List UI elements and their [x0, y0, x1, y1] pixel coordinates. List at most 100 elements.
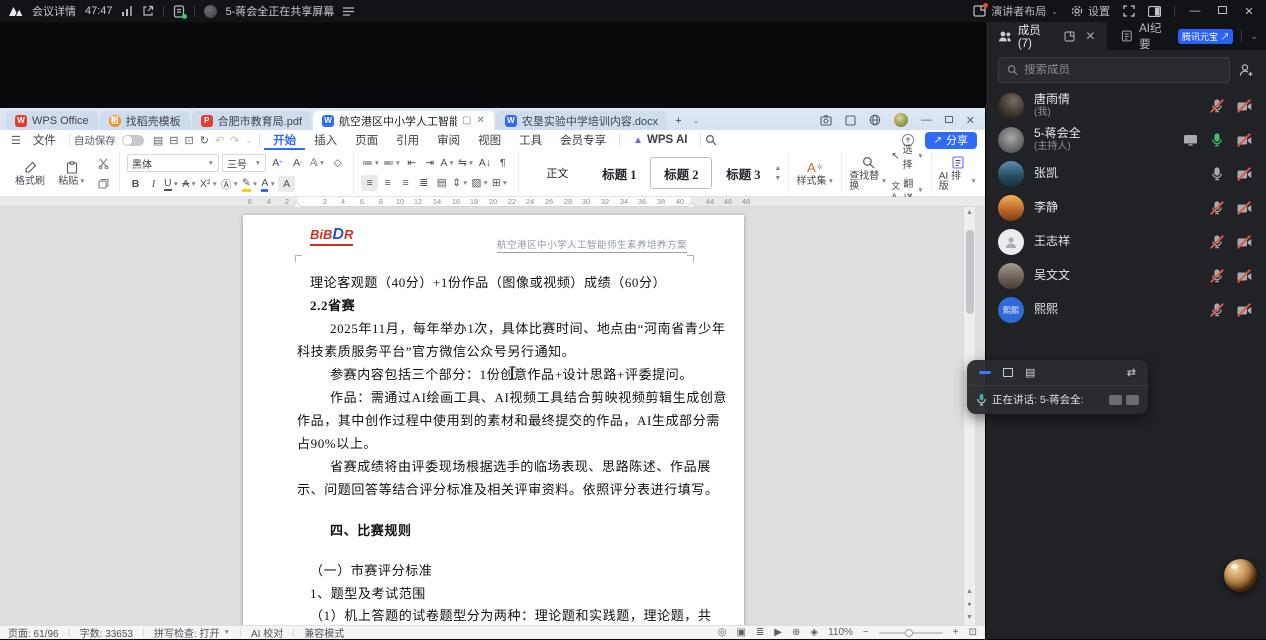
zoom-level[interactable]: 110%: [828, 627, 853, 638]
underline-button[interactable]: U ▼: [163, 176, 180, 192]
member-row[interactable]: 张凯: [986, 157, 1266, 191]
mic-on-icon[interactable]: [1209, 132, 1225, 148]
shading-button[interactable]: ▨ ▼: [470, 175, 489, 191]
wps-close-icon[interactable]: ✕: [966, 114, 975, 127]
globe-icon[interactable]: [869, 114, 881, 126]
char-scale-button[interactable]: A ▼: [439, 155, 456, 171]
popout-panel-icon[interactable]: [1064, 30, 1075, 42]
vertical-scrollbar[interactable]: ▲ ▲ ● ▼: [963, 207, 975, 625]
window-view-icon[interactable]: [1003, 368, 1013, 377]
styles-up-icon[interactable]: ▲: [774, 165, 781, 172]
style-heading3[interactable]: 标题 3: [712, 157, 775, 189]
panel-more-chevron[interactable]: ⌄: [1250, 31, 1258, 42]
cut-icon[interactable]: [95, 155, 112, 171]
spell-check[interactable]: 拼写检查: 打开 ▼: [154, 625, 230, 640]
camera-off-icon[interactable]: [1236, 234, 1252, 250]
member-search-box[interactable]: [998, 57, 1230, 83]
mini-thumb-icon[interactable]: [1126, 394, 1139, 405]
menu-tools[interactable]: 工具: [510, 130, 551, 150]
next-page-icon[interactable]: ▼: [966, 614, 973, 621]
zoom-out-icon[interactable]: −: [863, 627, 869, 638]
ai-proofread[interactable]: AI 校对: [251, 625, 283, 640]
mini-thumb-icon[interactable]: [1109, 394, 1122, 405]
list-icon[interactable]: [343, 6, 355, 16]
tab-members[interactable]: 成员(7): [986, 22, 1065, 50]
play-icon[interactable]: ▶: [774, 627, 782, 638]
redo-icon[interactable]: ↷: [227, 134, 242, 147]
mic-muted-icon[interactable]: [1209, 200, 1225, 216]
paste-button[interactable]: 粘贴 ▼: [53, 152, 91, 194]
fit-page-icon[interactable]: ⊡: [969, 627, 977, 638]
zoom-knob[interactable]: [904, 628, 913, 637]
member-row[interactable]: 唐雨倩 (我): [986, 89, 1266, 123]
camera-off-icon[interactable]: [1236, 132, 1252, 148]
style-heading2[interactable]: 标题 2: [650, 157, 713, 189]
menu-home[interactable]: 开始: [264, 130, 305, 150]
superscript-button[interactable]: X² ▼: [199, 176, 219, 192]
camera-off-icon[interactable]: [1236, 302, 1252, 318]
align-right-button[interactable]: ≡: [397, 175, 414, 191]
increase-font-icon[interactable]: A +: [269, 155, 286, 171]
menu-review[interactable]: 审阅: [428, 130, 469, 150]
list-view-icon[interactable]: ▤: [1025, 366, 1035, 379]
style-heading1[interactable]: 标题 1: [588, 157, 651, 189]
maximize-icon[interactable]: [1215, 5, 1229, 17]
strikethrough-button[interactable]: A ▼: [181, 176, 198, 192]
font-name-select[interactable]: 黑体 ▼: [127, 154, 219, 172]
share-button[interactable]: ↗ 分享: [924, 131, 977, 149]
styles-down-icon[interactable]: ▼: [774, 175, 781, 182]
ai-typeset-button[interactable]: AI 排版 ▼: [939, 152, 977, 194]
close-icon[interactable]: ✕: [1242, 5, 1256, 18]
settings-button[interactable]: 设置: [1071, 3, 1110, 19]
browse-object-icon[interactable]: ●: [967, 601, 971, 608]
camera-off-icon[interactable]: [1236, 98, 1252, 114]
scroll-up-icon[interactable]: ▲: [966, 209, 973, 216]
mic-muted-icon[interactable]: [1209, 268, 1225, 284]
member-row[interactable]: 5-蒋会全 (主持人): [986, 123, 1266, 157]
distribute-button[interactable]: ▤: [433, 175, 450, 191]
yuanbao-badge[interactable]: 腾讯元宝 ↗: [1177, 28, 1234, 44]
account-avatar[interactable]: [893, 113, 908, 127]
ruler[interactable]: 6 4 2 2 4 6 8 10 12 14 16 18 20 22 24 26…: [0, 197, 985, 207]
member-search-input[interactable]: [1024, 64, 1221, 76]
capture-icon[interactable]: [820, 114, 832, 126]
tab-docer-templates[interactable]: 稻 找稻壳模板: [99, 111, 190, 130]
mic-muted-icon[interactable]: [1209, 98, 1225, 114]
tab-docx-document[interactable]: W 农垦实验中学培训内容.docx: [495, 111, 668, 130]
shared-doc-icon[interactable]: [173, 4, 187, 19]
text-direction-button[interactable]: ⇋ ▼: [457, 155, 475, 171]
format-painter-button[interactable]: 格式刷: [11, 152, 49, 194]
menu-insert[interactable]: 插入: [305, 130, 346, 150]
tab-ai-notes[interactable]: AI纪要 腾讯元宝 ↗: [1107, 22, 1241, 51]
phonetic-guide-button[interactable]: Ⓐ ▼: [220, 176, 240, 192]
tab-pdf-document[interactable]: P 合肥市教育局.pdf: [191, 111, 312, 130]
history-chevron-icon[interactable]: ⌄: [242, 136, 255, 145]
mic-muted-icon[interactable]: [1209, 234, 1225, 250]
camera-off-icon[interactable]: [1236, 166, 1252, 182]
wps-restore-icon[interactable]: [944, 114, 953, 126]
menu-page[interactable]: 页面: [346, 130, 387, 150]
menu-member[interactable]: 会员专享: [551, 130, 615, 150]
tab-list-chevron[interactable]: ⌄: [690, 111, 703, 130]
meeting-details-button[interactable]: 会议详情: [32, 3, 76, 19]
word-count[interactable]: 字数: 33653: [80, 625, 133, 640]
scrollbar-thumb[interactable]: [965, 230, 974, 314]
save-icon[interactable]: ▤: [150, 134, 166, 147]
document-canvas[interactable]: BiBDR 航空港区中小学人工智能师生素养培养方案 理论客观题（40分）+1份作…: [0, 207, 985, 625]
close-tab-icon[interactable]: ✕: [476, 115, 484, 126]
member-row[interactable]: 吴文文: [986, 259, 1266, 293]
open-external-icon[interactable]: [142, 5, 154, 17]
tab-active-document[interactable]: W 航空港区中小学人工智能素养 ▢ ✕: [313, 111, 494, 130]
bullet-list-button[interactable]: ≔ ▼: [361, 155, 381, 171]
screen-sharing-icon[interactable]: [1182, 132, 1198, 148]
menu-view[interactable]: 视图: [469, 130, 510, 150]
pin-tab-icon[interactable]: ▢: [462, 115, 471, 126]
copy-icon[interactable]: [95, 175, 112, 191]
increase-indent-icon[interactable]: ⇥: [421, 155, 438, 171]
decrease-indent-icon[interactable]: ⇤: [403, 155, 420, 171]
page-view-icon[interactable]: ≣: [756, 627, 764, 638]
wps-minimize-icon[interactable]: —: [921, 114, 932, 126]
member-row[interactable]: 熙熙 熙熙: [986, 293, 1266, 327]
mic-idle-icon[interactable]: [1209, 166, 1225, 182]
numbered-list-button[interactable]: ≕ ▼: [382, 155, 402, 171]
